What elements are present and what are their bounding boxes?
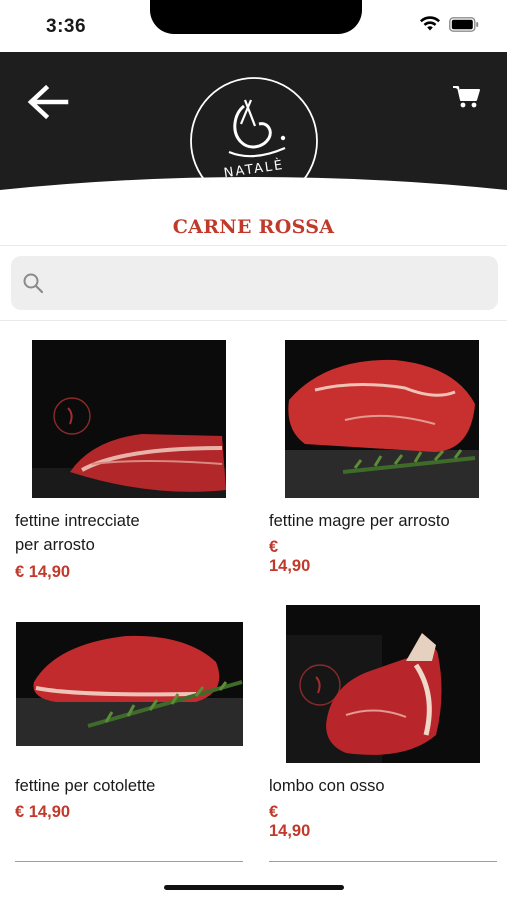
status-bar: 3:36 (0, 0, 507, 52)
page-title: CARNE ROSSA (172, 216, 335, 238)
status-time: 3:36 (46, 16, 87, 37)
product-price: € 14,90 (269, 538, 311, 575)
search-divider (0, 320, 507, 321)
product-name: fettine magre per arrosto (269, 509, 505, 533)
product-name-line-1: fettine per cotolette (15, 777, 156, 795)
shopping-cart-icon (453, 86, 480, 108)
title-divider (0, 245, 507, 246)
card-divider (15, 861, 243, 862)
home-indicator[interactable] (164, 885, 344, 890)
notch (150, 0, 362, 34)
search-input[interactable] (11, 256, 498, 310)
status-icons (419, 16, 479, 32)
product-image (286, 605, 480, 763)
product-name: lombo con osso (269, 774, 505, 798)
product-name-line-2: per arrosto (15, 536, 95, 554)
wifi-icon (419, 16, 441, 32)
product-name-line-1: lombo con osso (269, 777, 385, 795)
app-header: NATALÈ 1981 (0, 52, 507, 205)
card-divider (269, 861, 497, 862)
product-name: fettine intrecciate per arrosto (15, 509, 245, 557)
product-name-line-1: fettine magre per arrosto (269, 512, 450, 530)
search-icon (23, 273, 44, 294)
product-price: € 14,90 (15, 563, 71, 581)
arrow-left-icon (27, 84, 69, 120)
product-name: fettine per cotolette (15, 774, 251, 798)
battery-icon (449, 16, 479, 32)
product-price: € 14,90 (269, 803, 311, 840)
product-image (16, 622, 243, 746)
product-image (285, 340, 479, 498)
product-price: € 14,90 (15, 803, 71, 821)
brand-logo: NATALÈ 1981 (189, 76, 319, 206)
product-name-line-1: fettine intrecciate (15, 512, 140, 530)
back-button[interactable] (24, 82, 72, 122)
cart-button[interactable] (452, 84, 484, 112)
product-image (32, 340, 226, 498)
